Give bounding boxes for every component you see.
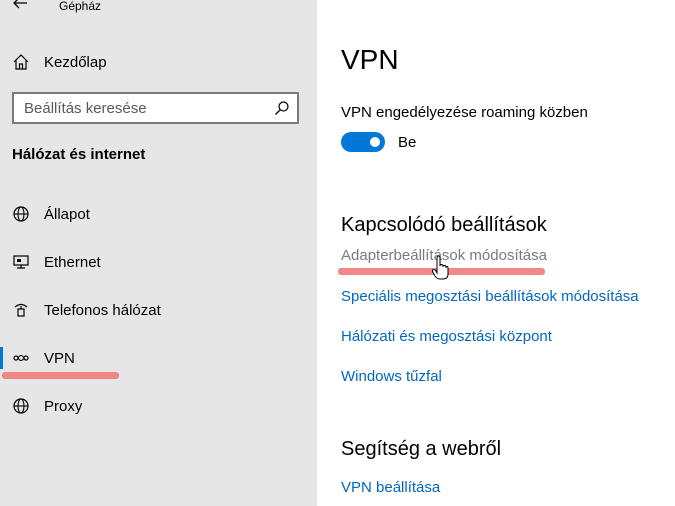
globe-icon xyxy=(13,398,29,414)
red-highlight-mark xyxy=(2,372,119,379)
roaming-toggle[interactable] xyxy=(341,132,385,152)
window-title: Gépház xyxy=(59,0,102,13)
vpn-setup-link[interactable]: VPN beállítása xyxy=(341,479,440,496)
web-help-heading: Segítség a webről xyxy=(341,438,502,460)
sidebar-item-vpn[interactable]: VPN xyxy=(0,343,317,373)
ethernet-monitor-icon xyxy=(13,255,29,269)
search-box[interactable] xyxy=(12,92,299,124)
main-content: VPN VPN engedélyezése roaming közben Be … xyxy=(317,0,675,506)
sidebar-item-label: VPN xyxy=(44,349,75,367)
sidebar-item-proxy[interactable]: Proxy xyxy=(0,391,317,421)
sidebar-item-ethernet[interactable]: Ethernet xyxy=(0,247,317,277)
roaming-label: VPN engedélyezése roaming közben xyxy=(341,104,588,121)
sidebar-item-label: Kezdőlap xyxy=(44,53,107,71)
home-icon xyxy=(13,54,29,70)
toggle-knob xyxy=(370,137,380,147)
sidebar-item-telefonos-halozat[interactable]: Telefonos hálózat xyxy=(0,295,317,325)
vpn-icon xyxy=(13,354,29,362)
search-input[interactable] xyxy=(14,98,274,118)
hand-cursor-icon xyxy=(431,255,449,280)
sidebar: Gépház Kezdőlap Hálózat és internet Álla… xyxy=(0,0,317,506)
sidebar-item-home[interactable]: Kezdőlap xyxy=(12,50,107,74)
sidebar-item-label: Állapot xyxy=(44,205,90,223)
sidebar-section-title: Hálózat és internet xyxy=(12,146,146,163)
advanced-sharing-link[interactable]: Speciális megosztási beállítások módosít… xyxy=(341,288,639,305)
sidebar-item-label: Ethernet xyxy=(44,253,101,271)
search-icon[interactable] xyxy=(274,100,290,116)
toggle-state-label: Be xyxy=(398,134,417,151)
sidebar-item-allapot[interactable]: Állapot xyxy=(0,199,317,229)
dialup-icon xyxy=(14,303,28,317)
page-title: VPN xyxy=(341,44,399,75)
back-arrow-icon[interactable] xyxy=(12,0,28,10)
globe-icon xyxy=(13,206,29,222)
network-sharing-center-link[interactable]: Hálózati és megosztási központ xyxy=(341,328,552,345)
sidebar-item-label: Proxy xyxy=(44,397,83,415)
related-settings-heading: Kapcsolódó beállítások xyxy=(341,214,547,236)
sidebar-item-label: Telefonos hálózat xyxy=(44,301,161,319)
windows-firewall-link[interactable]: Windows tűzfal xyxy=(341,368,442,385)
